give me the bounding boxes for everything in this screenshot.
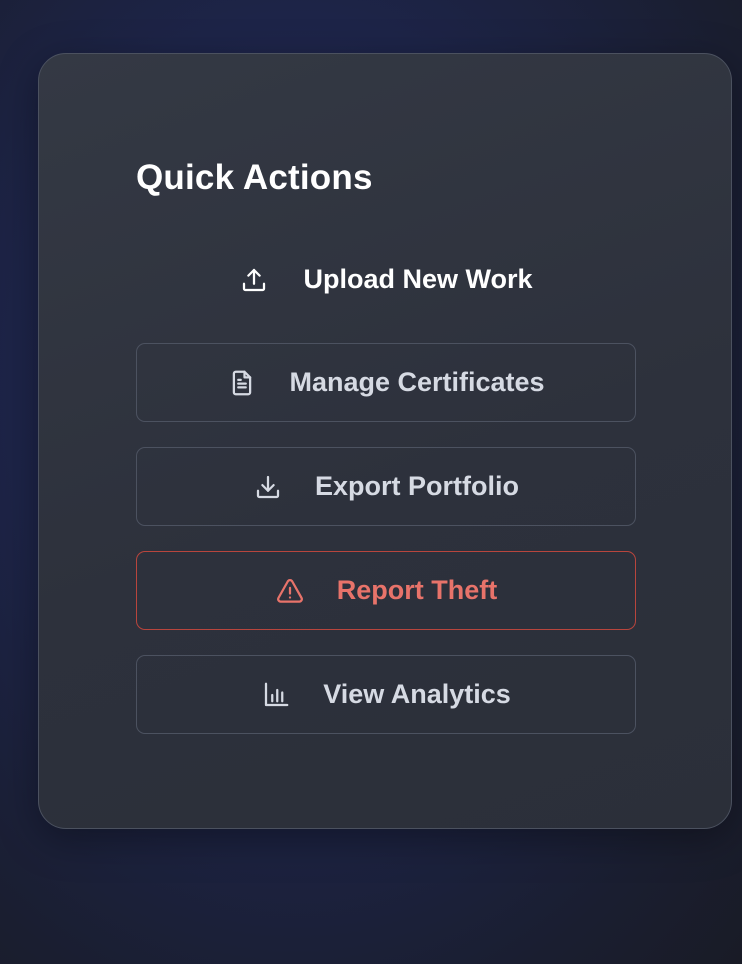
manage-certificates-button[interactable]: Manage Certificates [136, 343, 636, 422]
document-icon [227, 368, 257, 398]
quick-actions-card: Quick Actions Upload New Work Manage Cer… [38, 53, 732, 829]
view-analytics-button[interactable]: View Analytics [136, 655, 636, 734]
upload-new-work-label: Upload New Work [303, 264, 533, 294]
bar-chart-icon [261, 680, 291, 710]
export-portfolio-label: Export Portfolio [315, 471, 519, 501]
report-theft-label: Report Theft [336, 575, 498, 605]
download-icon [253, 472, 283, 502]
view-analytics-label: View Analytics [323, 679, 511, 709]
export-portfolio-button[interactable]: Export Portfolio [136, 447, 636, 526]
card-title: Quick Actions [136, 158, 373, 197]
upload-new-work-button[interactable]: Upload New Work [136, 240, 636, 319]
upload-icon [239, 265, 269, 295]
warning-icon [275, 576, 305, 606]
manage-certificates-label: Manage Certificates [289, 367, 545, 397]
report-theft-button[interactable]: Report Theft [136, 551, 636, 630]
